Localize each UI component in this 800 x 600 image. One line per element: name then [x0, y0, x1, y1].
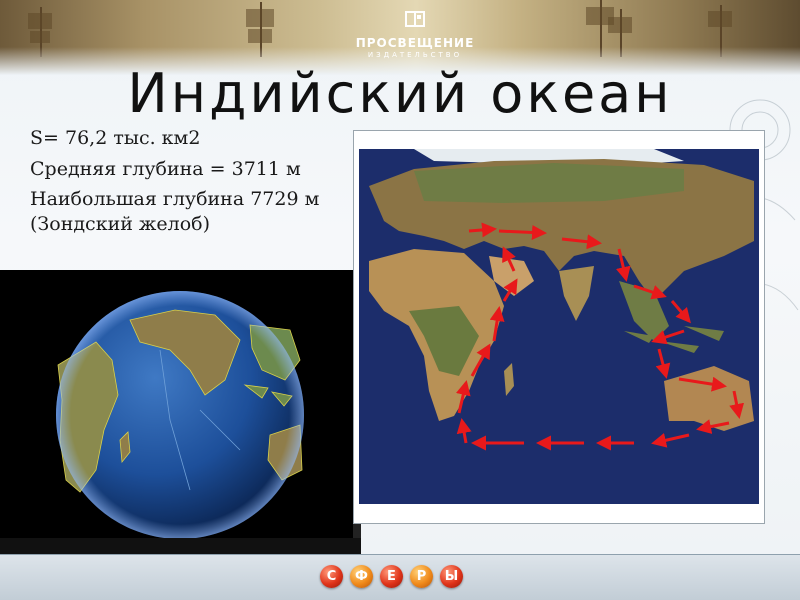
spheres-letter-icon: Ф [350, 565, 373, 588]
book-icon [405, 11, 425, 27]
average-depth-fact: Средняя глубина = 3711 м [30, 157, 301, 180]
spheres-letter-icon: Е [380, 565, 403, 588]
publisher-subtitle: ИЗДАТЕЛЬСТВО [367, 51, 463, 59]
area-fact: S= 76,2 тыс. км2 [30, 127, 201, 149]
world-map-image [353, 130, 765, 524]
globe-image [0, 270, 353, 538]
ocean-facts: S= 76,2 тыс. км2 Средняя глубина = 3711 … [30, 126, 360, 243]
spheres-letter-icon: Р [410, 565, 433, 588]
max-depth-fact: Наибольшая глубина 7729 м (Зондский жело… [30, 188, 320, 236]
publisher-logo: ПРОСВЕЩЕНИЕ ИЗДАТЕЛЬСТВО [340, 8, 490, 59]
spheres-letter-icon: Ы [440, 565, 463, 588]
page-title: Индийский океан [127, 62, 673, 125]
spheres-letter-icon: С [320, 565, 343, 588]
spheres-logo: С Ф Е Р Ы [320, 565, 463, 588]
publisher-name: ПРОСВЕЩЕНИЕ [355, 36, 475, 50]
